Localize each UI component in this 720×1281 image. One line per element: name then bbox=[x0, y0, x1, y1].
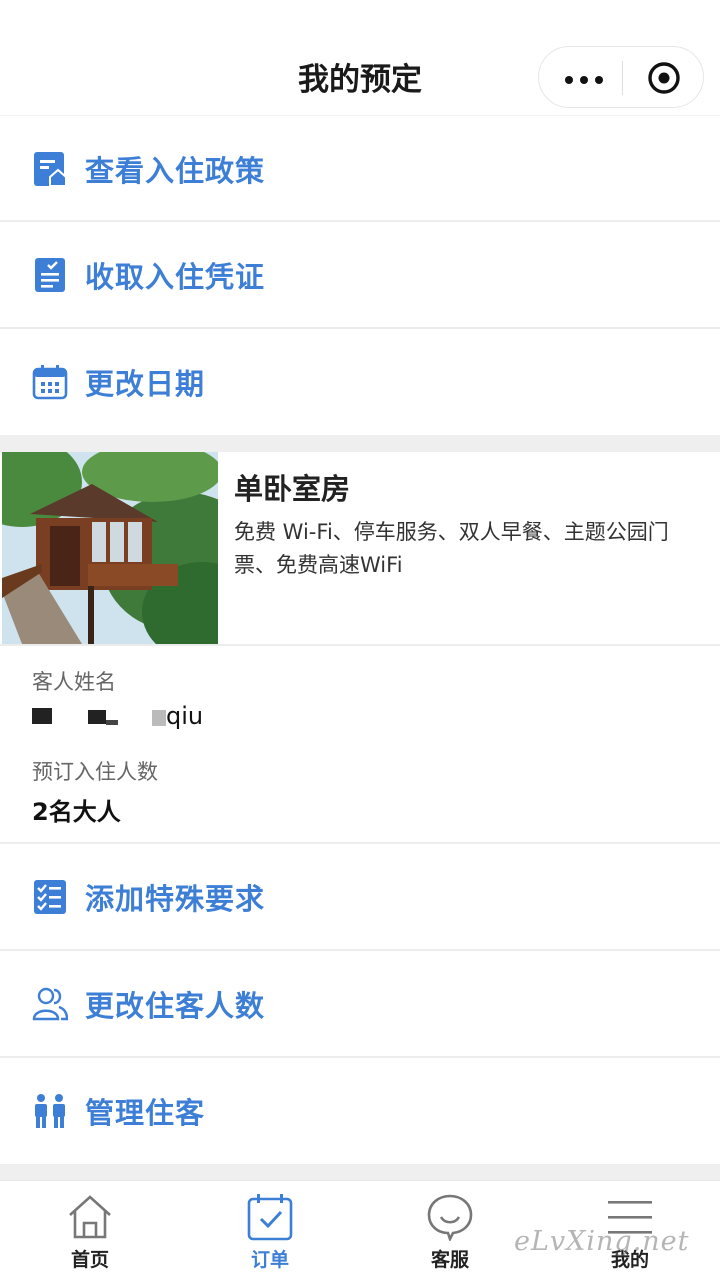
room-photo bbox=[2, 452, 218, 644]
add-special-request-row[interactable]: 添加特殊要求 bbox=[0, 844, 720, 950]
redacted-block bbox=[88, 710, 106, 724]
change-dates-label: 更改日期 bbox=[85, 367, 206, 401]
guest-count-value: 2名大人 bbox=[32, 798, 121, 826]
room-amenities: 免费 Wi-Fi、停车服务、双人早餐、主题公园门票、免费高速WiFi bbox=[234, 520, 669, 577]
tab-home-label: 首页 bbox=[70, 1249, 109, 1271]
tab-home[interactable]: 首页 bbox=[0, 1181, 180, 1281]
capsule-divider bbox=[622, 61, 623, 95]
redacted-block bbox=[152, 710, 166, 726]
section-gap bbox=[0, 1164, 720, 1180]
room-card[interactable]: 单卧室房 免费 Wi-Fi、停车服务、双人早餐、主题公园门票、免费高速WiFi bbox=[0, 452, 720, 644]
chat-bubble-icon bbox=[427, 1194, 473, 1241]
tab-orders-label: 订单 bbox=[250, 1249, 289, 1271]
view-checkin-policy-label: 查看入住政策 bbox=[85, 154, 266, 188]
more-options-icon[interactable] bbox=[565, 76, 603, 84]
users-icon bbox=[32, 987, 68, 1021]
manage-guests-row[interactable]: 管理住客 bbox=[0, 1058, 720, 1164]
watermark: eLvXing.net bbox=[514, 1226, 690, 1257]
nav-header: 我的预定 bbox=[0, 0, 720, 115]
room-name: 单卧室房 bbox=[234, 472, 351, 506]
change-dates-row[interactable]: 更改日期 bbox=[0, 329, 720, 435]
checklist-icon bbox=[34, 880, 66, 914]
calendar-icon bbox=[32, 365, 68, 400]
guest-name-value: qiu bbox=[166, 702, 204, 730]
get-checkin-voucher-label: 收取入住凭证 bbox=[85, 260, 266, 294]
guest-info: 客人姓名 qiu 预订入住人数 2名大人 bbox=[0, 646, 720, 842]
close-miniprogram-icon[interactable] bbox=[647, 61, 681, 95]
view-checkin-policy-row[interactable]: 查看入住政策 bbox=[0, 116, 720, 222]
voucher-checklist-icon bbox=[35, 258, 65, 292]
policy-document-icon bbox=[34, 152, 67, 187]
redacted-block bbox=[106, 720, 118, 725]
home-icon bbox=[69, 1195, 111, 1239]
order-check-icon bbox=[247, 1194, 293, 1241]
tab-orders[interactable]: 订单 bbox=[180, 1181, 360, 1281]
guest-name-label: 客人姓名 bbox=[32, 670, 116, 694]
mini-program-capsule bbox=[538, 46, 704, 108]
add-special-request-label: 添加特殊要求 bbox=[85, 882, 266, 916]
manage-guests-label: 管理住客 bbox=[85, 1096, 206, 1130]
get-checkin-voucher-row[interactable]: 收取入住凭证 bbox=[0, 222, 720, 328]
guest-count-label: 预订入住人数 bbox=[32, 760, 158, 784]
change-guest-count-row[interactable]: 更改住客人数 bbox=[0, 951, 720, 1057]
tab-customer-service[interactable]: 客服 bbox=[360, 1181, 540, 1281]
section-gap bbox=[0, 435, 720, 452]
change-guest-count-label: 更改住客人数 bbox=[85, 989, 266, 1023]
two-people-icon bbox=[35, 1094, 65, 1128]
redacted-block bbox=[32, 708, 52, 724]
tab-customer-service-label: 客服 bbox=[430, 1249, 469, 1271]
